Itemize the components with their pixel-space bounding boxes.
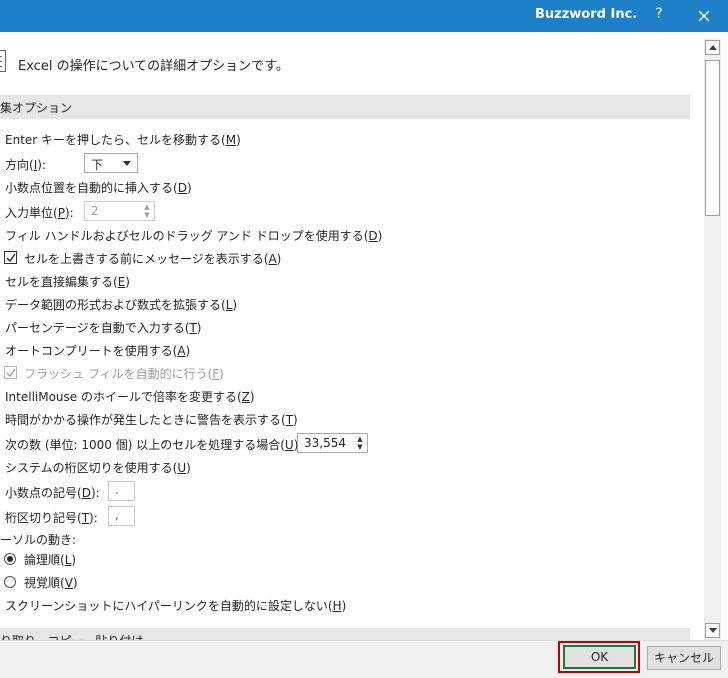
alert-overwrite-option[interactable]: セルを上書きする前にメッセージを表示する(A)	[24, 250, 281, 267]
thousands-separator-label: 桁区切り記号(T):	[5, 511, 98, 525]
cancel-button[interactable]: キャンセル	[647, 646, 721, 670]
direction-dropdown[interactable]: 下	[84, 153, 138, 173]
intellimouse-zoom-option[interactable]: IntelliMouse のホイールで倍率を変更する(Z)	[5, 388, 255, 405]
ok-button[interactable]: OK	[563, 645, 636, 669]
edit-in-cell-option[interactable]: セルを直接編集する(E)	[5, 273, 130, 290]
flash-fill-option[interactable]: フラッシュ フィルを自動的に行う(F)	[24, 365, 224, 382]
visual-option[interactable]: 視覚順(V)	[24, 574, 78, 591]
cells-threshold-label: 次の数 (単位: 1000 個) 以上のセルを処理する場合(U):	[5, 438, 302, 452]
checkmark-icon	[6, 368, 16, 378]
panel-description: Excel の操作についての詳細オプションです。	[18, 59, 289, 74]
auto-decimal-option[interactable]: 小数点位置を自動的に挿入する(D)	[5, 179, 192, 196]
close-button[interactable]	[692, 4, 716, 28]
title-bar: Buzzword Inc. ?	[0, 0, 728, 32]
cursor-movement-label: ーソルの動き:	[0, 533, 77, 547]
logical-radio[interactable]	[4, 553, 16, 565]
cells-threshold-spinner[interactable]: 33,554 ▲ ▼	[297, 433, 368, 453]
advanced-options-icon	[0, 50, 6, 72]
checkmark-icon	[6, 253, 16, 263]
autocomplete-option[interactable]: オートコンプリートを使用する(A)	[5, 342, 190, 359]
flash-fill-checkbox[interactable]	[4, 366, 17, 379]
direction-label: 方向(I):	[5, 158, 46, 172]
scroll-up-icon[interactable]	[705, 40, 720, 55]
scroll-thumb[interactable]	[705, 60, 720, 216]
decimal-separator-label: 小数点の記号(D):	[5, 486, 100, 500]
logical-option[interactable]: 論理順(L)	[24, 551, 76, 568]
thousands-separator-input[interactable]: ,	[108, 506, 135, 526]
spin-down-icon[interactable]: ▼	[143, 211, 151, 219]
decimal-separator-input[interactable]: .	[108, 481, 135, 501]
options-panel: Excel の操作についての詳細オプションです。 集オプション Enter キー…	[0, 38, 704, 640]
window-title: Buzzword Inc.	[535, 7, 638, 22]
scroll-down-icon[interactable]	[705, 623, 720, 638]
input-unit-spinner[interactable]: 2 ▲ ▼	[84, 201, 155, 221]
visual-radio[interactable]	[4, 576, 16, 588]
extend-formats-option[interactable]: データ範囲の形式および数式を拡張する(L)	[5, 296, 237, 313]
auto-percent-option[interactable]: パーセンテージを自動で入力する(T)	[5, 319, 201, 336]
no-auto-hyperlink-option[interactable]: スクリーンショットにハイパーリンクを自動的に設定しない(H)	[5, 597, 346, 614]
section-edit-options: 集オプション	[0, 95, 690, 119]
spin-up-icon[interactable]: ▲	[143, 203, 151, 211]
chevron-down-icon	[123, 161, 131, 166]
system-separators-option[interactable]: システムの桁区切りを使用する(U)	[5, 459, 191, 476]
alert-overwrite-checkbox[interactable]	[4, 251, 17, 264]
spin-up-icon[interactable]: ▲	[356, 435, 364, 443]
section-cut-copy-paste: り取り、コピー、貼り付け	[0, 628, 690, 640]
alert-slow-operation-option[interactable]: 時間がかかる操作が発生したときに警告を表示する(T)	[5, 411, 298, 428]
section-title: り取り、コピー、貼り付け	[0, 632, 143, 640]
section-title: 集オプション	[0, 101, 73, 115]
right-margin	[721, 32, 728, 640]
help-button[interactable]: ?	[651, 6, 667, 22]
close-icon	[698, 10, 710, 22]
fill-handle-option[interactable]: フィル ハンドルおよびセルのドラッグ アンド ドロップを使用する(D)	[5, 227, 382, 244]
input-unit-label: 入力単位(P):	[5, 206, 74, 220]
spin-down-icon[interactable]: ▼	[356, 443, 364, 451]
move-after-enter-option[interactable]: Enter キーを押したら、セルを移動する(M)	[5, 131, 241, 148]
vertical-scrollbar[interactable]	[704, 38, 721, 640]
